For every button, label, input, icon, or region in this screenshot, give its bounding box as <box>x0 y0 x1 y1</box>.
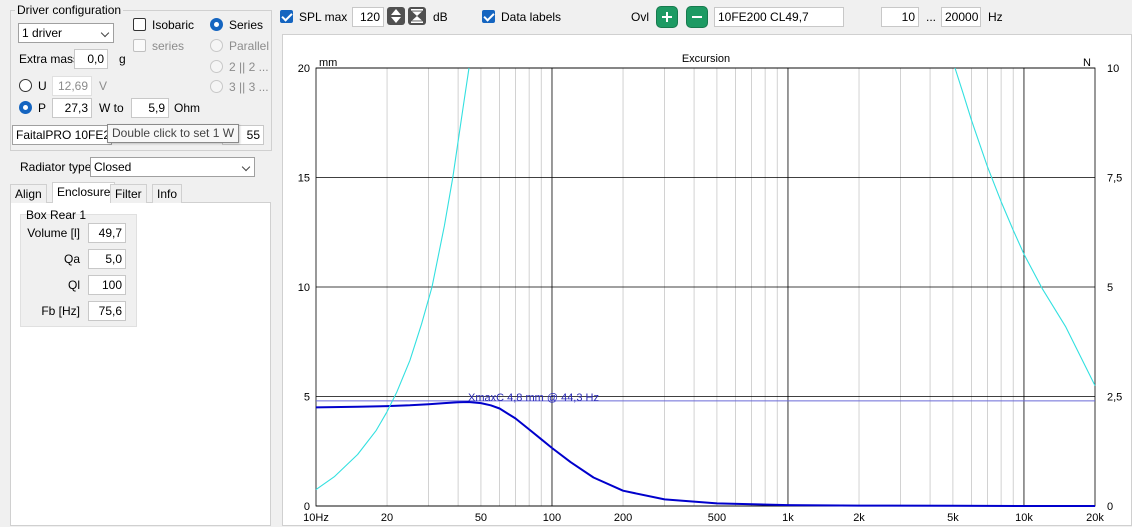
qa-input[interactable]: 5,0 <box>88 249 126 269</box>
y-left-tick-label: 10 <box>298 282 310 294</box>
tab-enclosure[interactable]: Enclosure <box>52 182 116 203</box>
radiator-type-label: Radiator type <box>20 160 92 174</box>
excursion-curve <box>315 401 1095 507</box>
fb-input[interactable]: 75,6 <box>88 301 126 321</box>
n-curve-high <box>954 67 1096 386</box>
driver-count-dropdown[interactable]: 1 driver <box>18 23 114 43</box>
ql-label: Ql <box>68 278 80 292</box>
x-tick-label: 20k <box>1086 512 1104 524</box>
u-label: U <box>38 79 47 93</box>
spl-max-input[interactable]: 120 <box>352 7 384 27</box>
x-tick-label: 500 <box>708 512 726 524</box>
driver-config-title: Driver configuration <box>15 3 124 17</box>
freq-min-input[interactable]: 10 <box>881 7 919 27</box>
opt2-radio[interactable] <box>210 60 223 73</box>
spl-max-checkbox[interactable] <box>280 10 293 23</box>
chart-area: Excursion mm N XmaxC 4,8 mm @ 44,3 Hz 00… <box>282 34 1132 526</box>
volume-label: Volume [l] <box>27 226 80 240</box>
tab-align[interactable]: Align <box>10 184 47 203</box>
p-input[interactable]: 27,3 <box>52 98 92 118</box>
xmax-annotation: XmaxC 4,8 mm @ 44,3 Hz <box>468 392 599 404</box>
opt3-radio[interactable] <box>210 80 223 93</box>
x-tick-label: 2k <box>853 512 865 524</box>
radiator-type-value: Closed <box>94 160 132 174</box>
freq-max-input[interactable]: 20000 <box>941 7 981 27</box>
x-tick-label: 200 <box>614 512 632 524</box>
fit-arrows-icon <box>411 9 423 23</box>
u-unit: V <box>99 79 108 93</box>
chevron-down-icon <box>241 162 251 172</box>
y-left-axis-label: mm <box>319 57 337 69</box>
x-tick-label: 10Hz <box>303 512 329 524</box>
ohm-label: Ohm <box>174 101 201 115</box>
driver-name-field[interactable]: FaitalPRO 10FE200 <box>12 125 112 145</box>
tab-filter[interactable]: Filter <box>110 184 147 203</box>
x-tick-label: 20 <box>381 512 393 524</box>
qa-label: Qa <box>63 252 80 266</box>
hz-unit-label: Hz <box>988 10 1003 24</box>
spl-stepper-up-down-button[interactable] <box>387 7 405 25</box>
x-tick-label: 1k <box>782 512 794 524</box>
project-name-field[interactable]: 10FE200 CL49,7 <box>714 7 844 27</box>
isobaric-checkbox[interactable] <box>133 18 146 31</box>
extra-mass-input[interactable]: 0,0 <box>74 49 108 69</box>
y-right-tick-label: 5 <box>1107 282 1113 294</box>
excursion-chart: Excursion mm N XmaxC 4,8 mm @ 44,3 Hz 00… <box>298 53 1123 524</box>
u-radio[interactable] <box>19 79 32 92</box>
radiator-type-dropdown[interactable]: Closed <box>90 157 255 177</box>
y-right-axis-label: N <box>1083 57 1091 69</box>
parallel-radio[interactable] <box>210 39 223 52</box>
y-right-tick-label: 2,5 <box>1107 392 1122 404</box>
spl-fit-button[interactable] <box>408 7 426 25</box>
p-label: P <box>38 101 47 115</box>
chart-title: Excursion <box>682 53 730 65</box>
driver-count-value: 1 driver <box>22 26 63 40</box>
extra-mass-unit: g <box>119 52 126 66</box>
series-sub-checkbox[interactable] <box>133 39 146 52</box>
overlay-remove-button[interactable] <box>686 6 708 28</box>
y-right-tick-label: 10 <box>1107 63 1119 75</box>
ohm-input[interactable]: 5,9 <box>131 98 169 118</box>
y-right-tick-label: 7,5 <box>1107 173 1122 185</box>
y-right-tick-label: 0 <box>1107 501 1113 513</box>
y-left-tick-label: 20 <box>298 63 310 75</box>
parallel-label: Parallel <box>229 39 270 53</box>
series-sub-label: series <box>152 39 185 53</box>
box-rear-title: Box Rear 1 <box>26 208 87 222</box>
x-tick-label: 100 <box>543 512 561 524</box>
volume-input[interactable]: 49,7 <box>88 223 126 243</box>
w-to-label: W to <box>99 101 124 115</box>
ql-input[interactable]: 100 <box>88 275 126 295</box>
chevron-down-icon <box>100 28 110 38</box>
isobaric-label: Isobaric <box>152 18 195 32</box>
u-input[interactable]: 12,69 <box>52 76 92 96</box>
x-tick-label: 10k <box>1015 512 1033 524</box>
p-radio[interactable] <box>19 101 32 114</box>
y-left-tick-label: 5 <box>304 392 310 404</box>
series-label: Series <box>229 18 264 32</box>
opt2-label: 2 || 2 ... <box>229 60 269 74</box>
x-tick-label: 5k <box>947 512 959 524</box>
opt3-label: 3 || 3 ... <box>229 80 269 94</box>
up-down-arrows-icon <box>391 9 401 23</box>
spl-max-label: SPL max <box>299 10 348 24</box>
power-tooltip: Double click to set 1 W <box>107 124 240 143</box>
y-left-tick-label: 15 <box>298 173 310 185</box>
x-tick-label: 50 <box>475 512 487 524</box>
range-separator: ... <box>926 10 937 24</box>
tab-info[interactable]: Info <box>152 184 183 203</box>
fb-label: Fb [Hz] <box>41 304 80 318</box>
series-radio[interactable] <box>210 18 223 31</box>
n-curve-low <box>315 67 470 491</box>
ovl-label: Ovl <box>631 10 649 24</box>
overlay-add-button[interactable] <box>656 6 678 28</box>
extra-mass-label: Extra mass <box>19 52 80 66</box>
data-labels-label: Data labels <box>501 10 562 24</box>
data-labels-checkbox[interactable] <box>482 10 495 23</box>
db-unit-label: dB <box>433 10 448 24</box>
